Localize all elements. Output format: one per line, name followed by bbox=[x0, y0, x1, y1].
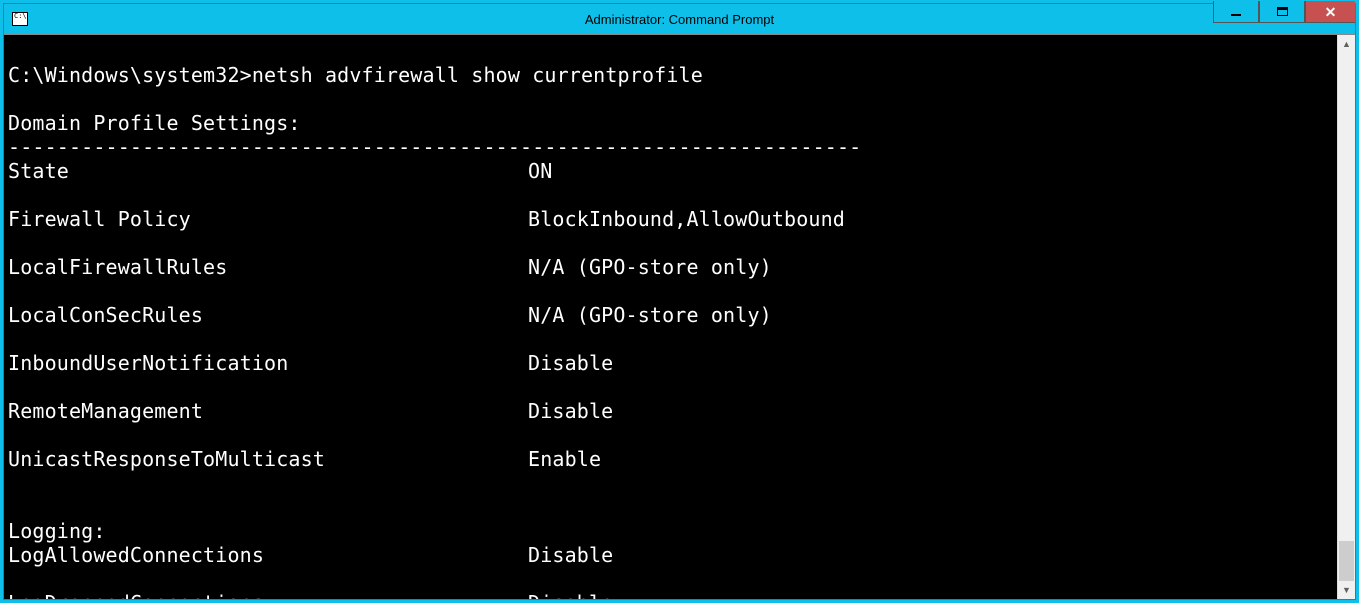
setting-label: Firewall Policy bbox=[8, 207, 528, 231]
setting-value: ON bbox=[528, 159, 552, 183]
divider: ----------------------------------------… bbox=[8, 135, 861, 159]
setting-value: Enable bbox=[528, 447, 601, 471]
section-header: Domain Profile Settings: bbox=[8, 111, 301, 135]
minimize-icon bbox=[1231, 14, 1241, 16]
setting-label: UnicastResponseToMulticast bbox=[8, 447, 528, 471]
setting-label: RemoteManagement bbox=[8, 399, 528, 423]
log-value: Disable bbox=[528, 591, 613, 599]
command-text: netsh advfirewall show currentprofile bbox=[252, 63, 703, 87]
scroll-track[interactable] bbox=[1338, 53, 1355, 581]
setting-label: State bbox=[8, 159, 528, 183]
scroll-down-button[interactable]: ▼ bbox=[1338, 581, 1355, 599]
prompt: C:\Windows\system32> bbox=[8, 63, 252, 87]
console-output[interactable]: C:\Windows\system32>netsh advfirewall sh… bbox=[4, 35, 1337, 599]
vertical-scrollbar[interactable]: ▲ ▼ bbox=[1337, 35, 1355, 599]
scroll-up-button[interactable]: ▲ bbox=[1338, 35, 1355, 53]
maximize-icon bbox=[1277, 7, 1288, 16]
logging-header: Logging: bbox=[8, 519, 106, 543]
setting-value: Disable bbox=[528, 351, 613, 375]
window-controls: ✕ bbox=[1213, 4, 1355, 34]
setting-label: LocalFirewallRules bbox=[8, 255, 528, 279]
close-button[interactable]: ✕ bbox=[1305, 1, 1355, 23]
log-value: Disable bbox=[528, 543, 613, 567]
setting-value: N/A (GPO-store only) bbox=[528, 255, 772, 279]
client-area: C:\Windows\system32>netsh advfirewall sh… bbox=[4, 34, 1355, 599]
log-label: LogAllowedConnections bbox=[8, 543, 528, 567]
log-label: LogDroppedConnections bbox=[8, 591, 528, 599]
titlebar[interactable]: Administrator: Command Prompt ✕ bbox=[4, 4, 1355, 34]
setting-label: LocalConSecRules bbox=[8, 303, 528, 327]
window-title: Administrator: Command Prompt bbox=[585, 12, 774, 27]
setting-label: InboundUserNotification bbox=[8, 351, 528, 375]
setting-value: Disable bbox=[528, 399, 613, 423]
command-prompt-window: Administrator: Command Prompt ✕ C:\Windo… bbox=[3, 3, 1356, 600]
setting-value: BlockInbound,AllowOutbound bbox=[528, 207, 845, 231]
setting-value: N/A (GPO-store only) bbox=[528, 303, 772, 327]
cmd-icon bbox=[12, 12, 28, 26]
minimize-button[interactable] bbox=[1213, 1, 1259, 23]
close-icon: ✕ bbox=[1325, 5, 1337, 19]
maximize-button[interactable] bbox=[1259, 1, 1305, 23]
scroll-thumb[interactable] bbox=[1339, 541, 1354, 581]
